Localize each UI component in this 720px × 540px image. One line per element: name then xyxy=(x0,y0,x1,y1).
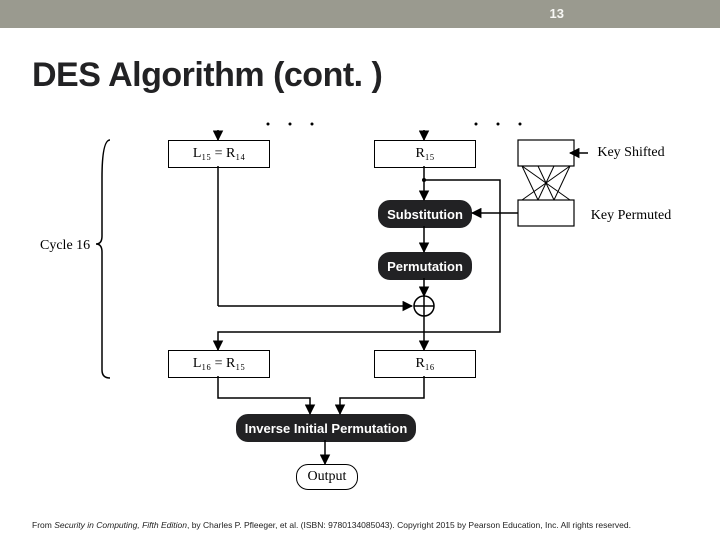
footer-book: Security in Computing, Fifth Edition xyxy=(54,520,187,530)
footer-prefix: From xyxy=(32,520,54,530)
page-number: 13 xyxy=(550,6,564,21)
key-permuted-label: Key Permuted xyxy=(585,203,677,229)
r15-box: R₁₅ xyxy=(374,140,476,168)
output-box: Output xyxy=(296,464,358,490)
substitution-box: Substitution xyxy=(378,200,472,228)
des-diagram: Cycle 16 L₁₅ = R₁₄ R₁₅ Key Shifted Key P… xyxy=(40,118,680,498)
header-bar: 13 xyxy=(0,0,720,28)
footer-rest: , by Charles P. Pfleeger, et al. (ISBN: … xyxy=(187,520,631,530)
l15-box: L₁₅ = R₁₄ xyxy=(168,140,270,168)
l16-box: L₁₆ = R₁₅ xyxy=(168,350,270,378)
key-shifted-label: Key Shifted xyxy=(588,140,674,166)
permutation-box: Permutation xyxy=(378,252,472,280)
inverse-perm-box: Inverse Initial Permutation xyxy=(236,414,416,442)
footer-citation: From Security in Computing, Fifth Editio… xyxy=(32,520,700,530)
cycle-label: Cycle 16 xyxy=(40,238,90,254)
slide-title: DES Algorithm (cont. ) xyxy=(32,56,382,95)
r16-box: R₁₆ xyxy=(374,350,476,378)
